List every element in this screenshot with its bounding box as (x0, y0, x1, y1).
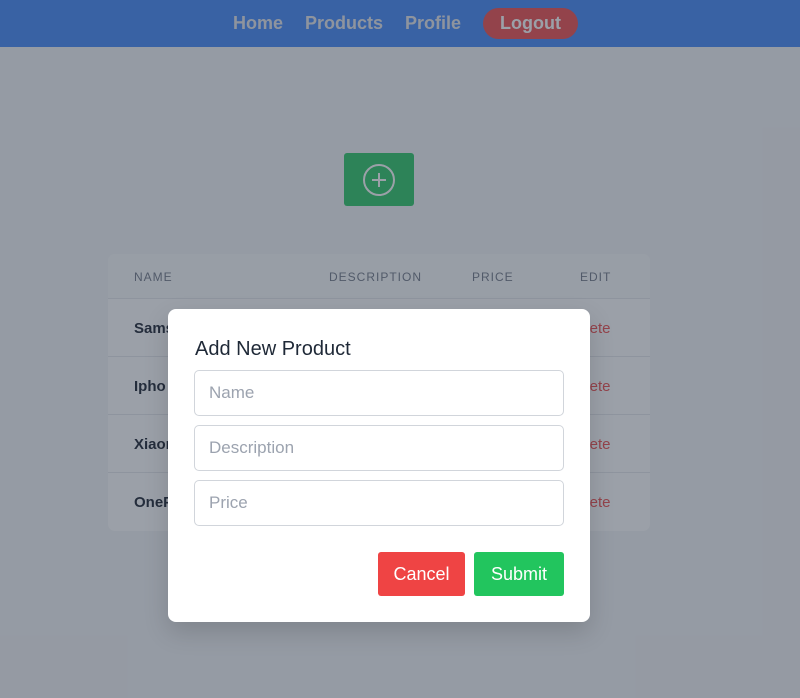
description-input[interactable] (194, 425, 564, 471)
cancel-button[interactable]: Cancel (378, 552, 465, 596)
modal-title: Add New Product (195, 338, 351, 360)
price-input[interactable] (194, 480, 564, 526)
add-product-modal: Add New Product Cancel Submit (168, 309, 590, 622)
name-input[interactable] (194, 370, 564, 416)
submit-button[interactable]: Submit (474, 552, 564, 596)
